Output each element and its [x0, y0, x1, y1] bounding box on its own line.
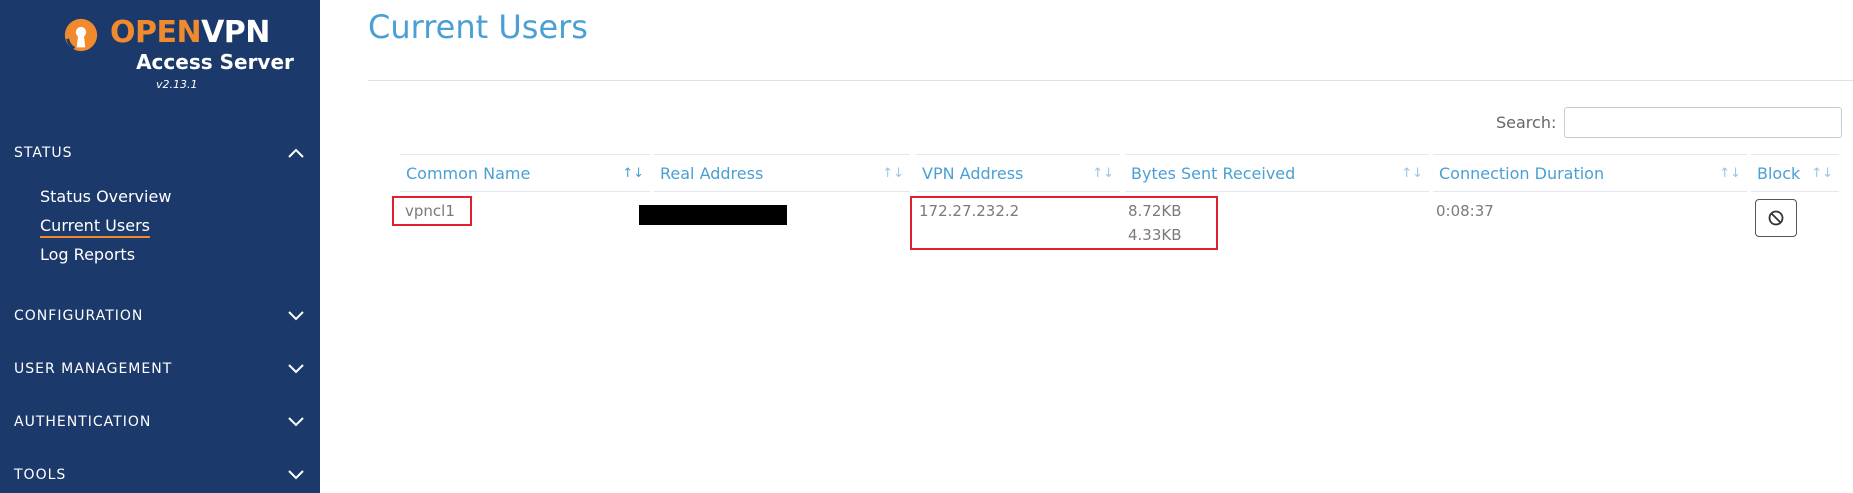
brand-name: OPENVPN — [110, 15, 270, 50]
cell-bytes-received: 4.33KB — [1128, 226, 1182, 244]
nav-section-label: STATUS — [14, 145, 73, 161]
cell-common-name: vpncl1 — [405, 202, 455, 220]
nav-section-tools[interactable]: TOOLS — [14, 463, 306, 487]
sort-arrows-icon[interactable]: ↑↓ — [1719, 166, 1741, 181]
column-header-duration[interactable]: Connection Duration ↑↓ — [1433, 154, 1747, 192]
nav-section-label: AUTHENTICATION — [14, 414, 152, 430]
chevron-up-icon[interactable] — [286, 143, 306, 163]
column-header-label: Common Name — [406, 163, 531, 183]
openvpn-logo-icon — [64, 18, 98, 52]
column-header-bytes[interactable]: Bytes Sent Received ↑↓ — [1125, 154, 1429, 192]
version-label: v2.13.1 — [156, 78, 198, 91]
column-header-label: VPN Address — [922, 163, 1024, 183]
column-header-block[interactable]: Block ↑↓ — [1751, 154, 1839, 192]
cell-bytes-sent: 8.72KB — [1128, 202, 1182, 220]
column-header-vpn-address[interactable]: VPN Address ↑↓ — [916, 154, 1120, 192]
column-header-real-address[interactable]: Real Address ↑↓ — [654, 154, 910, 192]
nav-section-user-management[interactable]: USER MANAGEMENT — [14, 357, 306, 381]
sort-arrows-icon[interactable]: ↑↓ — [1092, 166, 1114, 181]
nav-section-authentication[interactable]: AUTHENTICATION — [14, 410, 306, 434]
nav-section-label: TOOLS — [14, 467, 67, 483]
sort-arrows-icon[interactable]: ↑↓ — [1811, 166, 1833, 181]
cell-duration: 0:08:37 — [1436, 202, 1494, 220]
page-title: Current Users — [368, 8, 588, 46]
chevron-down-icon[interactable] — [286, 306, 306, 326]
block-user-button[interactable] — [1755, 199, 1797, 237]
chevron-down-icon[interactable] — [286, 465, 306, 485]
nav-section-configuration[interactable]: CONFIGURATION — [14, 304, 306, 328]
sidebar-item-status-overview[interactable]: Status Overview — [40, 187, 171, 206]
sort-arrows-icon[interactable]: ↑↓ — [1401, 166, 1423, 181]
openvpn-logo[interactable]: OPENVPN Access Server v2.13.1 — [60, 14, 294, 96]
column-header-label: Real Address — [660, 163, 764, 183]
chevron-down-icon[interactable] — [286, 359, 306, 379]
cell-vpn-address: 172.27.232.2 — [919, 202, 1020, 220]
sidebar-item-log-reports[interactable]: Log Reports — [40, 245, 135, 264]
nav-section-label: USER MANAGEMENT — [14, 361, 173, 377]
nav-section-label: CONFIGURATION — [14, 308, 144, 324]
column-header-label: Bytes Sent Received — [1131, 163, 1296, 183]
search-input[interactable] — [1564, 107, 1842, 138]
column-header-common-name[interactable]: Common Name ↑↓ — [400, 154, 650, 192]
sort-arrows-icon[interactable]: ↑↓ — [882, 166, 904, 181]
sidebar: OPENVPN Access Server v2.13.1 STATUS Sta… — [0, 0, 320, 493]
nav-section-status[interactable]: STATUS — [14, 141, 306, 165]
title-divider — [368, 80, 1853, 81]
redacted-real-address — [639, 205, 787, 225]
sort-asc-icon[interactable]: ↑↓ — [622, 166, 644, 181]
column-header-label: Block — [1757, 163, 1801, 183]
search-label: Search: — [1496, 113, 1557, 132]
chevron-down-icon[interactable] — [286, 412, 306, 432]
sidebar-item-current-users[interactable]: Current Users — [40, 216, 150, 238]
product-name: Access Server — [136, 50, 294, 74]
main-content: Current Users Search: Common Name ↑↓ Rea… — [320, 0, 1853, 493]
block-icon — [1768, 210, 1784, 226]
column-header-label: Connection Duration — [1439, 163, 1605, 183]
